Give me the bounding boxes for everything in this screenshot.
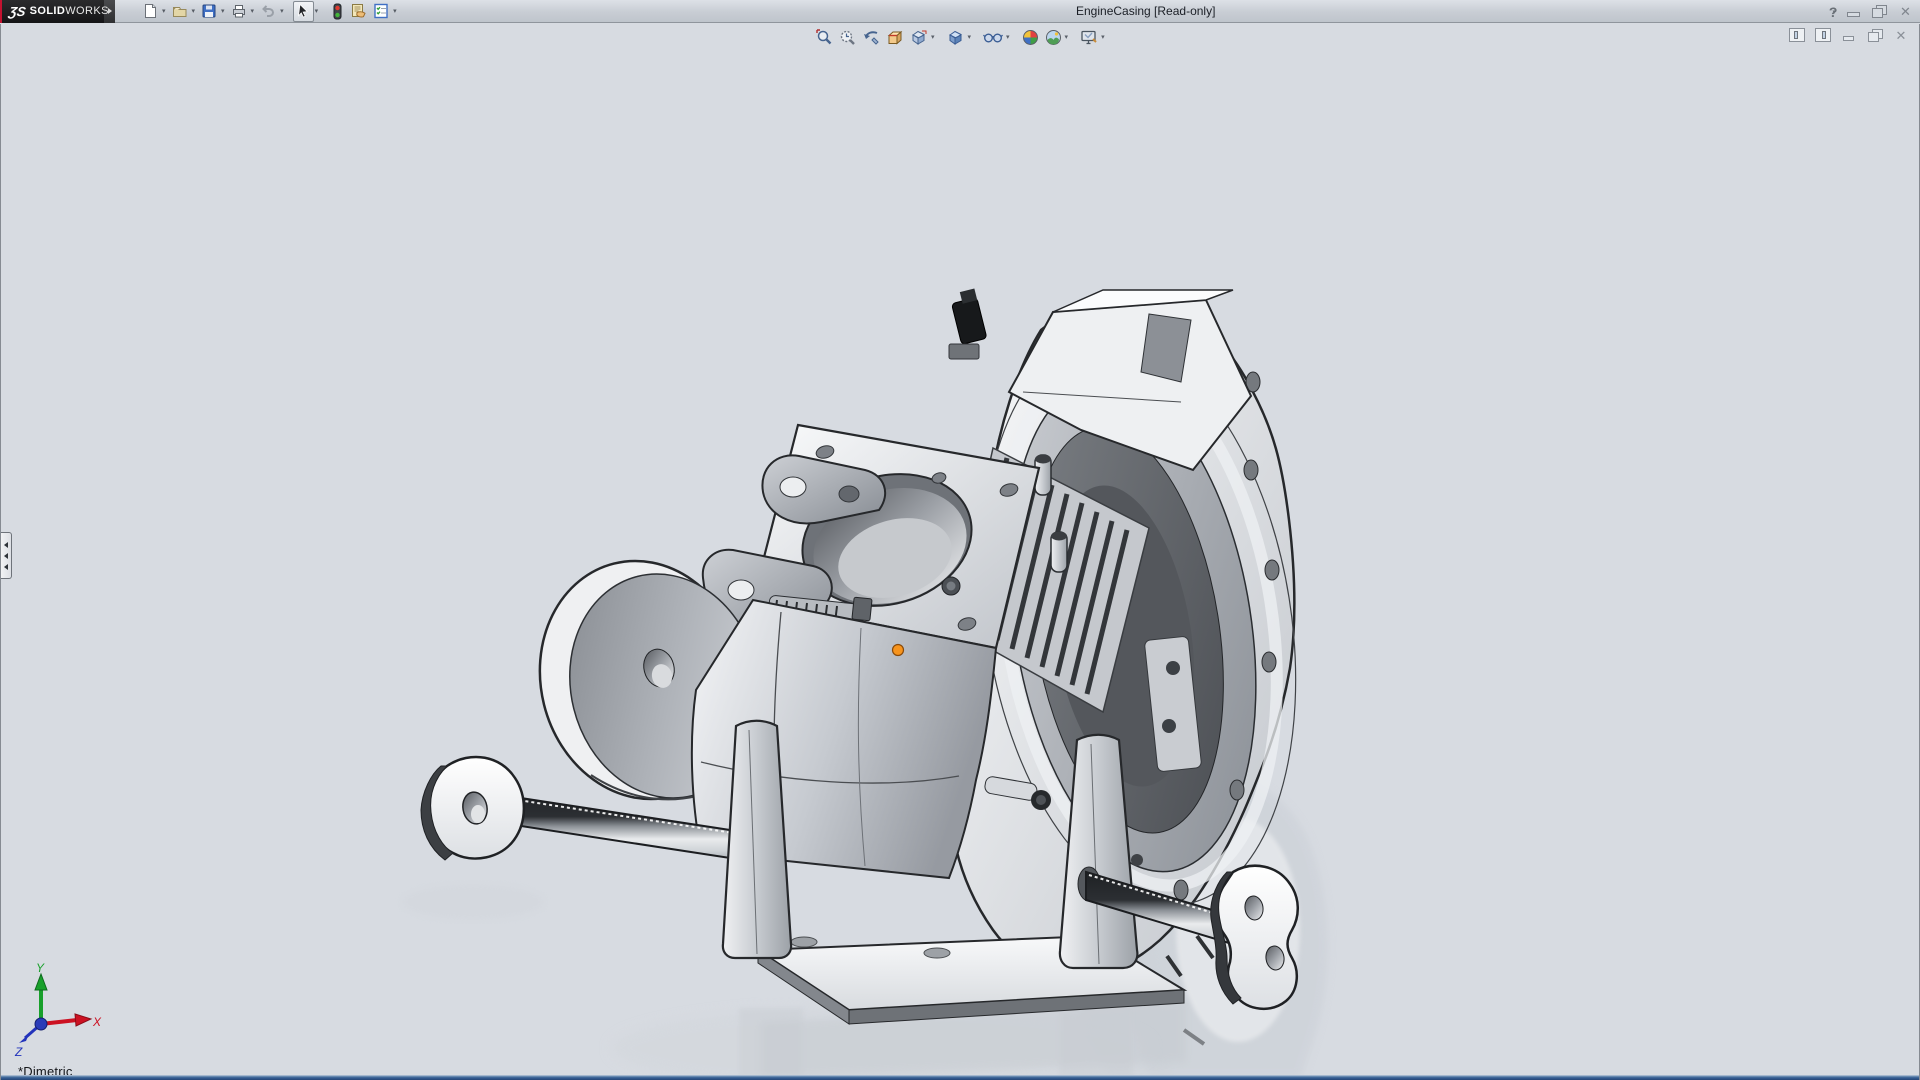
save-icon xyxy=(202,4,216,18)
pane-right-button[interactable] xyxy=(1815,28,1831,42)
section-view-icon xyxy=(887,30,903,45)
apply-scene-dropdown[interactable]: ▾ xyxy=(1065,33,1073,41)
triad-z-axis: Z xyxy=(14,1022,42,1059)
triad-z-label: Z xyxy=(14,1045,23,1059)
doc-minimize-button[interactable] xyxy=(1841,29,1857,42)
undo-icon xyxy=(262,5,275,17)
section-view-button[interactable] xyxy=(883,27,907,47)
restore-button[interactable] xyxy=(1871,5,1888,18)
triad-y-label: Y xyxy=(36,962,45,975)
window-bottom-border xyxy=(1,1075,1919,1080)
new-document-icon xyxy=(145,4,156,18)
window-title: EngineCasing [Read-only] xyxy=(1076,4,1216,18)
previous-view-button[interactable] xyxy=(859,27,883,47)
document-window-controls: ✕ xyxy=(1789,28,1909,42)
new-document-button[interactable] xyxy=(139,1,161,22)
select-cursor-icon xyxy=(297,3,308,18)
brand-bold: SOLID xyxy=(29,5,66,17)
apply-scene-button[interactable] xyxy=(1042,27,1065,47)
view-settings-button[interactable] xyxy=(1077,27,1101,47)
file-properties-icon xyxy=(352,4,366,18)
pane-right-icon xyxy=(1822,31,1826,39)
pane-left-button[interactable] xyxy=(1789,28,1805,42)
print-dropdown[interactable]: ▾ xyxy=(250,1,258,22)
edit-appearance-button[interactable] xyxy=(1019,27,1042,47)
new-document-dropdown[interactable]: ▾ xyxy=(161,1,169,22)
print-button[interactable] xyxy=(228,1,250,22)
previous-view-icon xyxy=(864,30,879,45)
zoom-to-fit-button[interactable] xyxy=(813,27,836,47)
save-button[interactable] xyxy=(198,1,220,22)
hide-show-items-icon xyxy=(983,33,1004,43)
hide-show-items-dropdown[interactable]: ▾ xyxy=(1006,33,1014,41)
pane-left-icon xyxy=(1794,31,1798,39)
collapse-arrow-icon xyxy=(4,552,8,559)
solidworks-logo: ƷS SOLIDWORKS xyxy=(0,0,108,23)
rebuild-button[interactable] xyxy=(327,1,347,22)
help-dropdown-icon: ▾ xyxy=(1832,8,1836,16)
engine-casing-model[interactable] xyxy=(1,24,1920,1080)
zoom-to-area-button[interactable] xyxy=(836,27,859,47)
select-button[interactable] xyxy=(292,0,314,22)
rebuild-traffic-light-icon xyxy=(333,3,342,19)
brand-light: WORKS xyxy=(65,5,109,17)
save-dropdown[interactable]: ▾ xyxy=(220,1,228,22)
display-style-dropdown[interactable]: ▾ xyxy=(968,33,976,41)
display-style-button[interactable] xyxy=(944,27,968,47)
window-controls: ? ▾ ✕ xyxy=(1829,0,1914,23)
view-orientation-dropdown[interactable]: ▾ xyxy=(931,33,939,41)
triad-y-axis: Y xyxy=(34,962,48,1024)
minimize-button[interactable] xyxy=(1845,5,1862,18)
open-button[interactable] xyxy=(169,1,191,22)
headsup-toolbar: ▾ ▾ ▾ ▾ ▾ xyxy=(813,27,1109,47)
main-toolbar: ▾ ▾ ▾ ▾ ▾ ▾ ▾ xyxy=(139,0,400,23)
reference-triad: Z Y X xyxy=(14,962,102,1059)
open-dropdown[interactable]: ▾ xyxy=(191,1,199,22)
graphics-viewport[interactable]: ▾ ▾ ▾ ▾ ▾ ✕ Z Y X *Dimetric xyxy=(0,24,1920,1080)
view-settings-dropdown[interactable]: ▾ xyxy=(1101,33,1109,41)
undo-dropdown[interactable]: ▾ xyxy=(279,1,287,22)
print-icon xyxy=(232,5,245,18)
doc-restore-button[interactable] xyxy=(1867,28,1883,42)
view-orientation-icon xyxy=(912,30,927,45)
options-button[interactable] xyxy=(370,1,392,22)
doc-close-button[interactable]: ✕ xyxy=(1893,29,1909,42)
collapse-arrow-icon xyxy=(4,563,8,570)
edit-appearance-icon xyxy=(1022,29,1038,45)
apply-scene-icon xyxy=(1045,29,1061,45)
triad-x-axis: X xyxy=(40,1013,102,1029)
view-settings-icon xyxy=(1081,30,1097,44)
undo-button[interactable] xyxy=(257,1,279,22)
file-properties-button[interactable] xyxy=(347,1,370,22)
zoom-to-area-icon xyxy=(840,30,855,45)
select-dropdown[interactable]: ▾ xyxy=(314,1,322,22)
hide-show-items-button[interactable] xyxy=(980,27,1006,47)
zoom-to-fit-icon xyxy=(816,28,832,44)
solidworks-logo-glyph: ƷS xyxy=(7,3,27,19)
collapse-arrow-icon xyxy=(4,541,8,548)
view-orientation-button[interactable] xyxy=(907,27,931,47)
options-icon xyxy=(374,3,388,19)
featuremanager-collapsed-tab[interactable] xyxy=(1,532,12,579)
selected-point-marker[interactable] xyxy=(891,643,905,657)
titlebar: ƷS SOLIDWORKS ▾ ▾ ▾ ▾ ▾ ▾ ▾ EngineCasing… xyxy=(0,0,1920,23)
close-button[interactable]: ✕ xyxy=(1897,5,1914,18)
display-style-icon xyxy=(948,30,962,45)
solidworks-brand: SOLIDWORKS xyxy=(30,5,109,17)
triad-origin-ball xyxy=(34,1017,48,1031)
options-dropdown[interactable]: ▾ xyxy=(392,1,400,22)
open-icon xyxy=(172,7,187,17)
triad-x-label: X xyxy=(92,1015,102,1029)
help-menu-button[interactable]: ? ▾ xyxy=(1829,4,1838,20)
